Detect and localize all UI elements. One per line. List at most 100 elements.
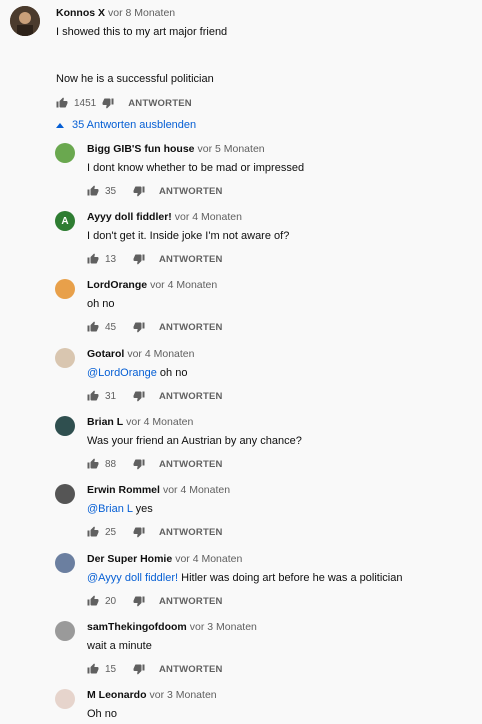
reply-button[interactable]: ANTWORTEN <box>159 664 223 675</box>
comment-author[interactable]: Gotarol vor 4 Monaten <box>87 348 194 360</box>
like-count: 1451 <box>74 97 97 109</box>
comment-time[interactable]: vor 8 Monaten <box>108 7 175 19</box>
comment-text: I don't get it. Inside joke I'm not awar… <box>87 230 289 242</box>
dislike-icon[interactable] <box>133 526 145 538</box>
dislike-icon[interactable] <box>133 185 145 197</box>
dislike-icon[interactable] <box>133 595 145 607</box>
like-icon[interactable] <box>87 458 99 470</box>
dislike-icon[interactable] <box>133 253 145 265</box>
avatar[interactable]: A <box>55 211 75 231</box>
comment-actions: 25 ANTWORTEN <box>87 524 223 540</box>
author-name[interactable]: Ayyy doll fiddler! <box>87 211 172 223</box>
comment-time[interactable]: vor 5 Monaten <box>198 143 265 155</box>
comment-text-line2: Now he is a successful politician <box>56 73 214 85</box>
avatar[interactable] <box>55 143 75 163</box>
mention-link[interactable]: @Ayyy doll fiddler! <box>87 572 178 584</box>
comment-time[interactable]: vor 4 Monaten <box>150 279 217 291</box>
dislike-icon[interactable] <box>102 97 114 109</box>
comment-text: I dont know whether to be mad or impress… <box>87 162 304 174</box>
comment-time[interactable]: vor 3 Monaten <box>190 621 257 633</box>
like-icon[interactable] <box>87 526 99 538</box>
like-count: 45 <box>105 321 117 333</box>
author-name[interactable]: Gotarol <box>87 348 124 360</box>
comment-author[interactable]: samThekingofdoom vor 3 Monaten <box>87 621 257 633</box>
comment-text-line1: I showed this to my art major friend <box>56 26 228 38</box>
comment-body: I don't get it. Inside joke I'm not awar… <box>87 230 290 242</box>
like-count: 35 <box>105 185 117 197</box>
like-icon[interactable] <box>87 595 99 607</box>
comment-body: Was your friend an Austrian by any chanc… <box>87 435 302 447</box>
like-icon[interactable] <box>87 663 99 675</box>
like-icon[interactable] <box>56 97 68 109</box>
reply-button[interactable]: ANTWORTEN <box>159 322 223 333</box>
avatar[interactable] <box>55 279 75 299</box>
hide-replies-label: 35 Antworten ausblenden <box>72 119 197 131</box>
mention-link[interactable]: @Brian L <box>87 503 133 515</box>
comment-author[interactable]: LordOrange vor 4 Monaten <box>87 279 217 291</box>
reply-button[interactable]: ANTWORTEN <box>159 527 223 538</box>
comment-body: Oh no <box>87 708 117 720</box>
comment-actions: 35 ANTWORTEN <box>87 183 223 199</box>
comment-text: Was your friend an Austrian by any chanc… <box>87 435 302 447</box>
author-name[interactable]: Erwin Rommel <box>87 484 160 496</box>
comment-body: I dont know whether to be mad or impress… <box>87 162 305 174</box>
comment-time[interactable]: vor 4 Monaten <box>175 211 242 223</box>
comment-actions: 13 ANTWORTEN <box>87 251 223 267</box>
reply-button[interactable]: ANTWORTEN <box>159 186 223 197</box>
hide-replies-button[interactable]: 35 Antworten ausblenden <box>56 119 196 131</box>
like-icon[interactable] <box>87 321 99 333</box>
reply-button[interactable]: ANTWORTEN <box>159 459 223 470</box>
comment-author[interactable]: Ayyy doll fiddler! vor 4 Monaten <box>87 211 242 223</box>
author-name[interactable]: Brian L <box>87 416 123 428</box>
avatar[interactable] <box>55 689 75 709</box>
reply-button[interactable]: ANTWORTEN <box>159 254 223 265</box>
avatar[interactable] <box>55 484 75 504</box>
comment-body: wait a minute <box>87 640 152 652</box>
comment-actions: 20 ANTWORTEN <box>87 593 223 609</box>
like-icon[interactable] <box>87 390 99 402</box>
avatar[interactable] <box>55 348 75 368</box>
comment-author[interactable]: Bigg GIB'S fun house vor 5 Monaten <box>87 143 265 155</box>
like-count: 15 <box>105 663 117 675</box>
comment-author[interactable]: Erwin Rommel vor 4 Monaten <box>87 484 230 496</box>
mention-link[interactable]: @LordOrange <box>87 367 157 379</box>
reply-button[interactable]: ANTWORTEN <box>159 596 223 607</box>
comment-text: wait a minute <box>87 640 152 652</box>
like-count: 13 <box>105 253 117 265</box>
avatar[interactable] <box>55 416 75 436</box>
comment-text: @LordOrange oh no <box>87 367 187 379</box>
comment-time[interactable]: vor 4 Monaten <box>175 553 242 565</box>
comment-author[interactable]: Der Super Homie vor 4 Monaten <box>87 553 242 565</box>
like-icon[interactable] <box>87 253 99 265</box>
author-name[interactable]: Bigg GIB'S fun house <box>87 143 195 155</box>
comment-time[interactable]: vor 4 Monaten <box>126 416 193 428</box>
comment-time[interactable]: vor 4 Monaten <box>127 348 194 360</box>
reply-button[interactable]: ANTWORTEN <box>159 391 223 402</box>
author-name[interactable]: Der Super Homie <box>87 553 172 565</box>
author-name[interactable]: samThekingofdoom <box>87 621 187 633</box>
comment-body: yes <box>132 503 153 515</box>
comment-text: Oh no <box>87 708 117 720</box>
dislike-icon[interactable] <box>133 390 145 402</box>
comment-time[interactable]: vor 4 Monaten <box>163 484 230 496</box>
like-icon[interactable] <box>87 185 99 197</box>
comment-author[interactable]: Brian Lvor 4 Monaten <box>87 416 193 428</box>
comment-author[interactable]: Konnos Xvor 8 Monaten <box>56 7 175 19</box>
author-name[interactable]: LordOrange <box>87 279 147 291</box>
like-count: 31 <box>105 390 117 402</box>
dislike-icon[interactable] <box>133 663 145 675</box>
author-name[interactable]: Konnos X <box>56 7 105 19</box>
comment-author[interactable]: M Leonardo vor 3 Monaten <box>87 689 217 701</box>
comment-actions: 45 ANTWORTEN <box>87 319 223 335</box>
avatar[interactable] <box>55 621 75 641</box>
avatar[interactable] <box>55 553 75 573</box>
avatar[interactable] <box>10 6 40 36</box>
comment-time[interactable]: vor 3 Monaten <box>150 689 217 701</box>
dislike-icon[interactable] <box>133 458 145 470</box>
author-name[interactable]: M Leonardo <box>87 689 147 701</box>
dislike-icon[interactable] <box>133 321 145 333</box>
comment-body: oh no <box>87 298 115 310</box>
comment-actions: 1451 ANTWORTEN <box>56 95 192 111</box>
like-count: 88 <box>105 458 117 470</box>
reply-button[interactable]: ANTWORTEN <box>128 98 192 109</box>
